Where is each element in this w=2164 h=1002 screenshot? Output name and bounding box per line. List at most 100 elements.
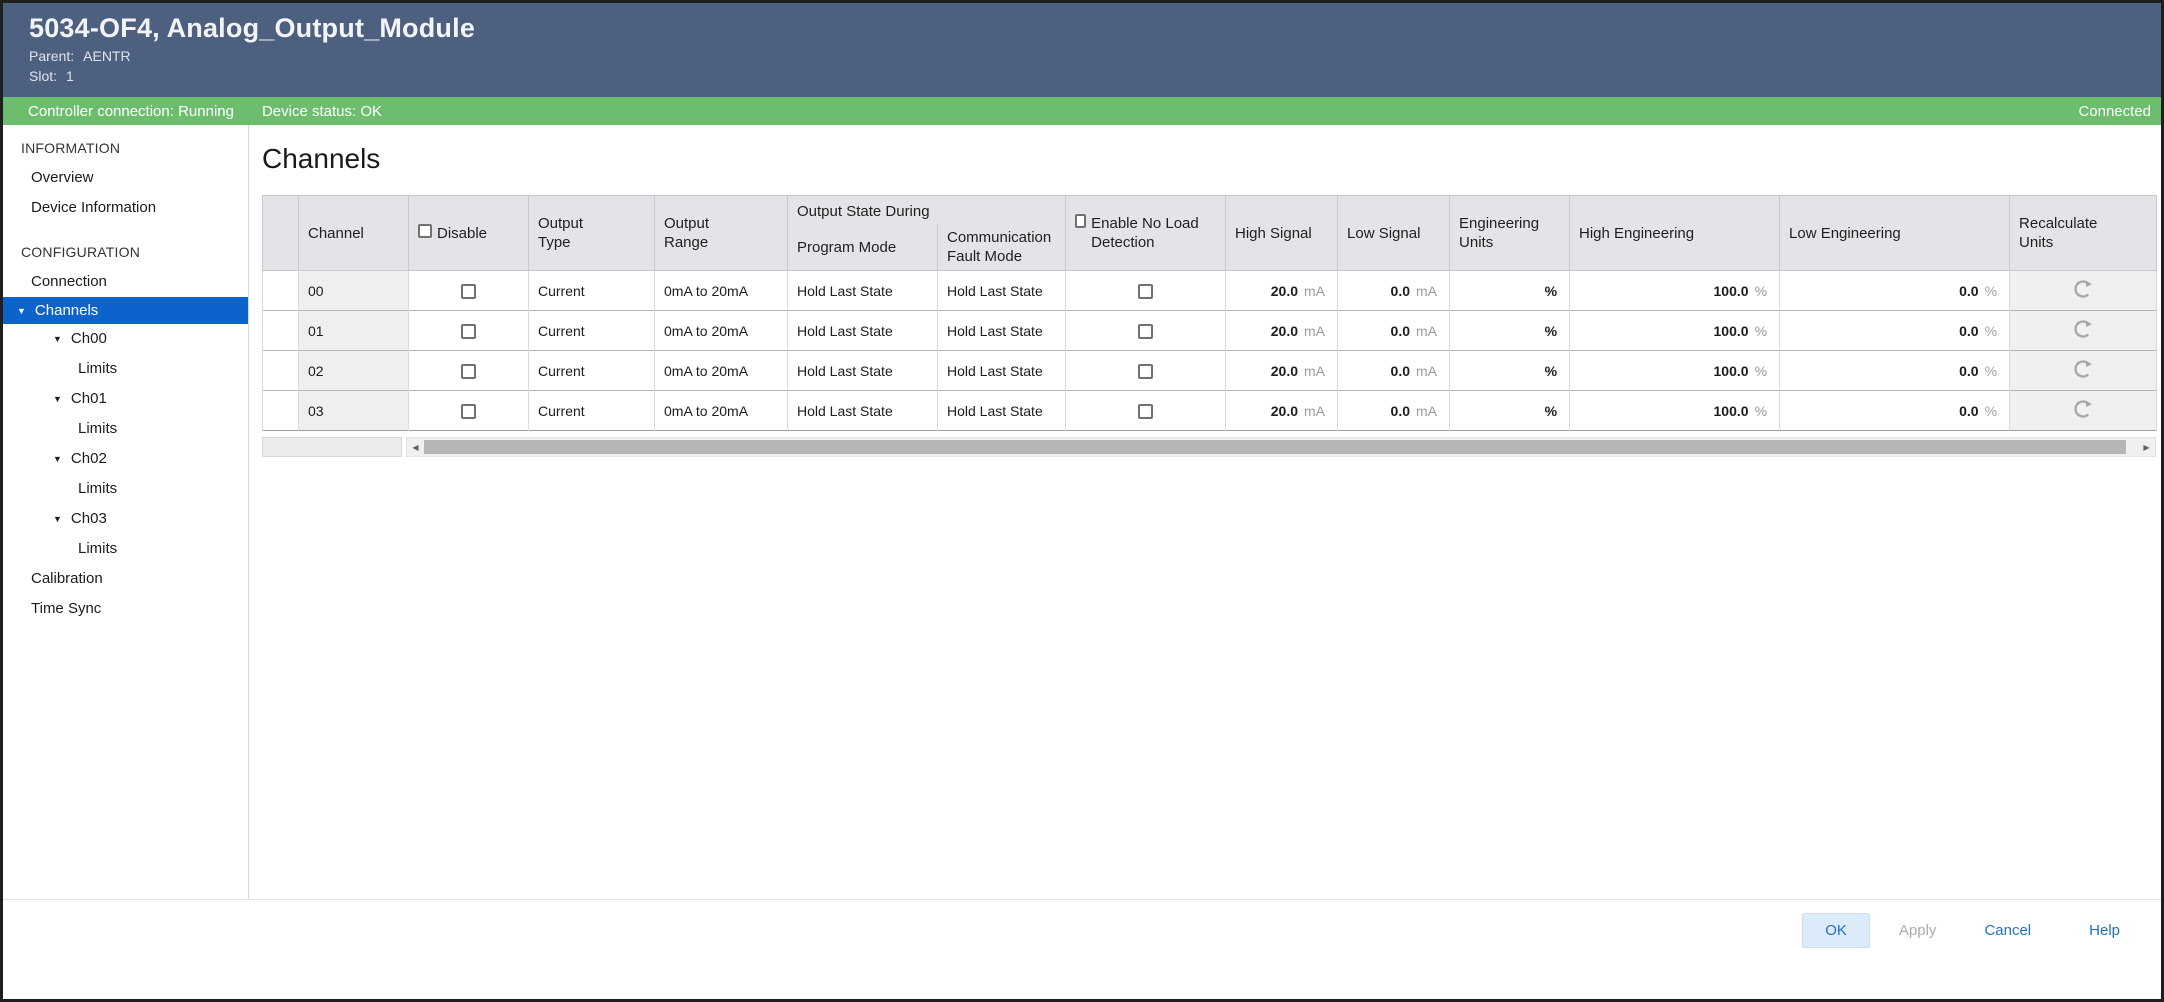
channels-table: Channel Disable Output Type Output Range… [262,195,2157,431]
horizontal-scrollbar[interactable]: ◀ ▶ [406,437,2156,457]
high-engineering-cell[interactable]: 100.0% [1570,351,1780,391]
sidebar-item-ch02-limits[interactable]: Limits [3,474,248,504]
disable-cell[interactable] [409,271,529,311]
high-signal-cell[interactable]: 20.0mA [1226,311,1338,351]
disable-cell[interactable] [409,351,529,391]
engineering-units-cell[interactable]: % [1450,391,1570,431]
low-signal-cell[interactable]: 0.0mA [1338,271,1450,311]
scroll-left-arrow-icon[interactable]: ◀ [407,443,424,452]
output-type-cell[interactable]: Current [529,311,655,351]
recalculate-units-button[interactable] [2068,396,2098,425]
communication-fault-mode-cell[interactable]: Hold Last State [938,311,1066,351]
help-button[interactable]: Help [2074,913,2135,948]
high-engineering-cell[interactable]: 100.0% [1570,311,1780,351]
sidebar-item-connection[interactable]: Connection [3,267,248,297]
enable-no-load-checkbox[interactable] [1138,404,1153,419]
disable-checkbox[interactable] [461,324,476,339]
output-type-cell[interactable]: Current [529,271,655,311]
main-panel: Channels Channel Disable Output T [249,125,2161,899]
output-type-cell[interactable]: Current [529,391,655,431]
high-signal-value: 20.0 [1271,363,1298,379]
low-signal-cell[interactable]: 0.0mA [1338,391,1450,431]
scroll-right-arrow-icon[interactable]: ▶ [2138,443,2155,452]
sidebar-item-ch03[interactable]: ▼Ch03 [3,504,248,534]
disable-cell[interactable] [409,311,529,351]
enable-no-load-cell[interactable] [1066,391,1226,431]
low-signal-cell[interactable]: 0.0mA [1338,311,1450,351]
content-area: INFORMATION Overview Device Information … [3,125,2161,899]
corner-header-cell [263,196,299,271]
chevron-down-icon: ▼ [53,454,62,464]
row-selector-cell[interactable] [263,351,299,391]
high-signal-cell[interactable]: 20.0mA [1226,271,1338,311]
sidebar-item-ch01[interactable]: ▼Ch01 [3,384,248,414]
disable-all-checkbox[interactable] [418,224,432,238]
enable-no-load-checkbox[interactable] [1138,284,1153,299]
output-range-cell[interactable]: 0mA to 20mA [655,271,788,311]
disable-checkbox[interactable] [461,404,476,419]
program-mode-cell[interactable]: Hold Last State [788,391,938,431]
ok-button[interactable]: OK [1802,913,1870,948]
engineering-units-cell[interactable]: % [1450,271,1570,311]
low-engineering-cell[interactable]: 0.0% [1780,391,2010,431]
program-mode-cell[interactable]: Hold Last State [788,271,938,311]
communication-fault-mode-cell[interactable]: Hold Last State [938,271,1066,311]
high-engineering-cell[interactable]: 100.0% [1570,391,1780,431]
enable-no-load-cell[interactable] [1066,351,1226,391]
scrollbar-track[interactable] [424,440,2138,454]
recalculate-units-button[interactable] [2068,316,2098,345]
engineering-units-cell[interactable]: % [1450,351,1570,391]
sidebar-item-ch00[interactable]: ▼Ch00 [3,324,248,354]
recalculate-units-cell [2010,351,2157,391]
disable-checkbox[interactable] [461,364,476,379]
disable-cell[interactable] [409,391,529,431]
recalculate-units-button[interactable] [2068,356,2098,385]
communication-fault-mode-cell[interactable]: Hold Last State [938,351,1066,391]
sidebar-item-calibration[interactable]: Calibration [3,564,248,594]
refresh-icon [2072,278,2094,300]
high-engineering-cell[interactable]: 100.0% [1570,271,1780,311]
high-signal-cell[interactable]: 20.0mA [1226,351,1338,391]
sidebar-item-channels[interactable]: ▼Channels [3,297,248,324]
scrollbar-thumb[interactable] [424,440,2126,454]
output-type-cell[interactable]: Current [529,351,655,391]
frozen-columns-filler [262,437,402,457]
high-engineering-unit: % [1755,363,1767,379]
sidebar-item-device-information[interactable]: Device Information [3,193,248,223]
row-selector-cell[interactable] [263,391,299,431]
parent-row: Parent:AENTR [29,48,2161,64]
sidebar-item-ch00-limits[interactable]: Limits [3,354,248,384]
apply-button[interactable]: Apply [1884,913,1952,948]
enable-no-load-cell[interactable] [1066,271,1226,311]
low-engineering-cell[interactable]: 0.0% [1780,311,2010,351]
sidebar-item-label: Ch00 [71,330,107,347]
enable-no-load-all-checkbox[interactable] [1075,214,1086,228]
output-range-cell[interactable]: 0mA to 20mA [655,311,788,351]
enable-no-load-cell[interactable] [1066,311,1226,351]
row-selector-cell[interactable] [263,311,299,351]
cancel-button[interactable]: Cancel [1969,913,2046,948]
program-mode-cell[interactable]: Hold Last State [788,311,938,351]
controller-connection-status: Controller connection: Running [28,103,234,120]
sidebar-item-ch02[interactable]: ▼Ch02 [3,444,248,474]
row-selector-cell[interactable] [263,271,299,311]
sidebar-item-ch03-limits[interactable]: Limits [3,534,248,564]
low-signal-cell[interactable]: 0.0mA [1338,351,1450,391]
sidebar-item-time-sync[interactable]: Time Sync [3,594,248,624]
enable-no-load-checkbox[interactable] [1138,364,1153,379]
enable-no-load-checkbox[interactable] [1138,324,1153,339]
disable-checkbox[interactable] [461,284,476,299]
high-signal-unit: mA [1304,403,1325,419]
low-engineering-cell[interactable]: 0.0% [1780,271,2010,311]
recalculate-units-button[interactable] [2068,276,2098,305]
sidebar-item-ch01-limits[interactable]: Limits [3,414,248,444]
output-range-cell[interactable]: 0mA to 20mA [655,351,788,391]
engineering-units-cell[interactable]: % [1450,311,1570,351]
high-signal-cell[interactable]: 20.0mA [1226,391,1338,431]
sidebar-item-overview[interactable]: Overview [3,163,248,193]
low-engineering-cell[interactable]: 0.0% [1780,351,2010,391]
output-range-cell[interactable]: 0mA to 20mA [655,391,788,431]
sidebar-section-configuration: CONFIGURATION [3,237,248,267]
communication-fault-mode-cell[interactable]: Hold Last State [938,391,1066,431]
program-mode-cell[interactable]: Hold Last State [788,351,938,391]
